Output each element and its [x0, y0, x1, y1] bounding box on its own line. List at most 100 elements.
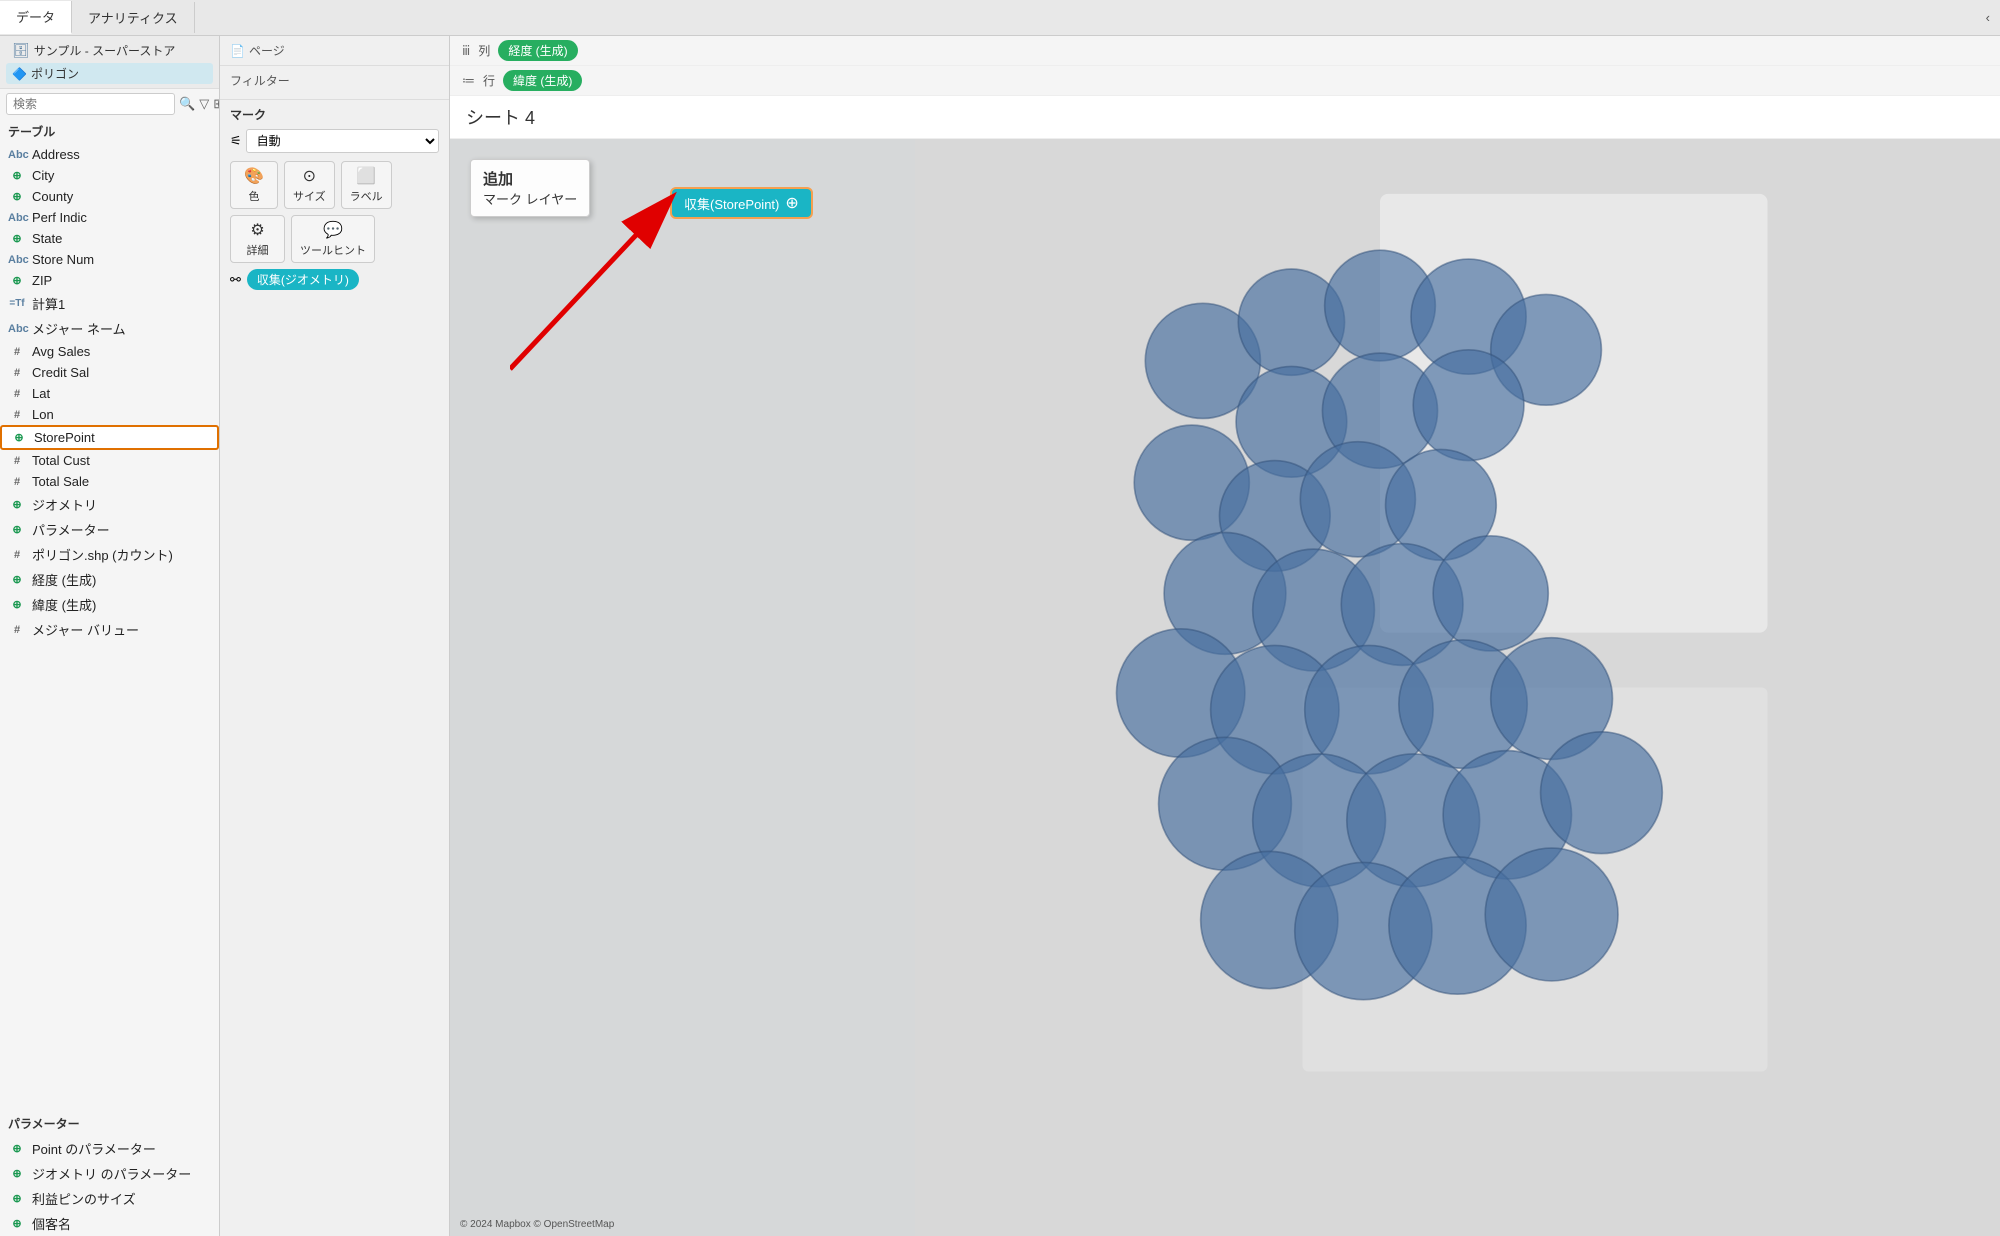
add-mark-layer-tooltip: 追加 マーク レイヤー — [470, 159, 590, 217]
field-item-メジャーバリュー[interactable]: #メジャー バリュー — [0, 617, 219, 642]
map-attribution: © 2024 Mapbox © OpenStreetMap — [460, 1219, 614, 1230]
field-type-icon: ⊕ — [8, 498, 26, 511]
field-type-icon: ⊕ — [8, 573, 26, 586]
table-section-title: テーブル — [0, 119, 219, 144]
field-type-icon: Abc — [8, 149, 26, 161]
marks-dropdown-icon: ⚟ — [230, 133, 242, 149]
label-icon: ⬜ — [356, 166, 376, 186]
param-type-icon: ⊕ — [8, 1142, 26, 1155]
marks-geometry-row: ⚯ 収集(ジオメトリ) — [230, 269, 439, 290]
marks-color-button[interactable]: 🎨 色 — [230, 161, 278, 209]
field-item-creditsal[interactable]: #Credit Sal — [0, 362, 219, 383]
row-shelf-pill[interactable]: 緯度 (生成) — [503, 70, 582, 91]
tab-analytics[interactable]: アナリティクス — [72, 2, 195, 33]
field-item-address[interactable]: AbcAddress — [0, 144, 219, 165]
search-icon[interactable]: 🔍 — [179, 96, 195, 112]
field-item-storepoint[interactable]: ⊕StorePoint — [0, 425, 219, 450]
add-layer-title: 追加 — [483, 168, 577, 189]
left-panel: 🗄 サンプル - スーパーストア 🔷 ポリゴン 🔍 ▽ ⊞ テーブル AbcAd… — [0, 36, 220, 1236]
marks-detail-row: ⚙ 詳細 💬 ツールヒント — [230, 215, 439, 263]
param-item-pointのパラメーター[interactable]: ⊕Point のパラメーター — [0, 1136, 219, 1161]
marks-label: マーク — [230, 106, 439, 123]
move-icon: ⊕ — [785, 193, 798, 213]
field-item-totalsale[interactable]: #Total Sale — [0, 471, 219, 492]
marks-tooltip-button[interactable]: 💬 ツールヒント — [291, 215, 375, 263]
color-icon: 🎨 — [244, 166, 264, 186]
param-type-icon: ⊕ — [8, 1192, 26, 1205]
field-type-icon: # — [8, 476, 26, 488]
col-shelf-icon: ⅲ — [462, 43, 470, 59]
search-input[interactable] — [6, 93, 175, 115]
datasource-header: 🗄 サンプル - スーパーストア 🔷 ポリゴン — [0, 36, 219, 89]
pages-shelf: 📄 ページ — [220, 36, 449, 66]
param-section-title: パラメーター — [0, 1111, 219, 1136]
field-item-city[interactable]: ⊕City — [0, 165, 219, 186]
field-type-icon: ⊕ — [8, 523, 26, 536]
main-layout: 🗄 サンプル - スーパーストア 🔷 ポリゴン 🔍 ▽ ⊞ テーブル AbcAd… — [0, 36, 2000, 1236]
marks-size-button[interactable]: ⊙ サイズ — [284, 161, 335, 209]
field-item-lat[interactable]: #Lat — [0, 383, 219, 404]
collapse-panel-button[interactable]: ‹ — [1976, 4, 2000, 31]
datasource-superstore[interactable]: 🗄 サンプル - スーパーストア — [6, 40, 213, 61]
param-type-icon: ⊕ — [8, 1167, 26, 1180]
marks-detail-button[interactable]: ⚙ 詳細 — [230, 215, 285, 263]
field-item-緯度(生成)[interactable]: ⊕緯度 (生成) — [0, 592, 219, 617]
col-shelf: ⅲ 列 経度 (生成) — [450, 36, 2000, 66]
tab-data[interactable]: データ — [0, 1, 72, 34]
field-type-icon: # — [8, 388, 26, 400]
marks-field-icon: ⚯ — [230, 272, 241, 288]
field-item-ポリゴン.shp(カウント)[interactable]: #ポリゴン.shp (カウント) — [0, 542, 219, 567]
filter-icon[interactable]: ▽ — [199, 96, 209, 112]
field-item-zip[interactable]: ⊕ZIP — [0, 270, 219, 291]
col-shelf-pill[interactable]: 経度 (生成) — [498, 40, 577, 61]
add-layer-subtitle: マーク レイヤー — [483, 189, 577, 208]
top-tabs: データ アナリティクス ‹ — [0, 0, 2000, 36]
field-type-icon: ⊕ — [8, 274, 26, 287]
field-type-icon: # — [8, 549, 26, 561]
param-item-ジオメトリのパラメーター[interactable]: ⊕ジオメトリ のパラメーター — [0, 1161, 219, 1186]
storepoint-pill[interactable]: 収集(StorePoint) ⊕ — [670, 187, 813, 219]
datasource-polygon[interactable]: 🔷 ポリゴン — [6, 63, 213, 84]
middle-panel: 📄 ページ フィルター マーク ⚟ 自動 棒 線 エリア 円 テキスト — [220, 36, 450, 1236]
field-item-totalcust[interactable]: #Total Cust — [0, 450, 219, 471]
marks-geometry-pill[interactable]: 収集(ジオメトリ) — [247, 269, 359, 290]
field-item-計算1[interactable]: =Tf計算1 — [0, 291, 219, 316]
row-shelf-label: 行 — [483, 72, 495, 89]
field-type-icon: ⊕ — [10, 431, 28, 444]
field-item-メジャーネーム[interactable]: Abcメジャー ネーム — [0, 316, 219, 341]
row-shelf-icon: ≔ — [462, 73, 475, 89]
marks-buttons-row: 🎨 色 ⊙ サイズ ⬜ ラベル — [230, 161, 439, 209]
size-icon: ⊙ — [303, 166, 316, 186]
marks-type-select[interactable]: 自動 棒 線 エリア 円 テキスト — [246, 129, 439, 153]
field-item-ジオメトリ[interactable]: ⊕ジオメトリ — [0, 492, 219, 517]
view-toggle-icon[interactable]: ⊞ — [213, 96, 220, 112]
field-item-avgsales[interactable]: #Avg Sales — [0, 341, 219, 362]
search-bar: 🔍 ▽ ⊞ — [0, 89, 219, 119]
param-item-利益ピンのサイズ[interactable]: ⊕利益ピンのサイズ — [0, 1186, 219, 1211]
pages-label: ページ — [249, 42, 285, 59]
field-item-経度(生成)[interactable]: ⊕経度 (生成) — [0, 567, 219, 592]
field-list: AbcAddress⊕City⊕CountyAbcPerf Indic⊕Stat… — [0, 144, 219, 1107]
detail-icon: ⚙ — [250, 220, 264, 240]
polygon-icon: 🔷 — [12, 67, 27, 81]
tooltip-icon: 💬 — [323, 220, 343, 240]
field-type-icon: ⊕ — [8, 598, 26, 611]
param-item-個客名[interactable]: ⊕個客名 — [0, 1211, 219, 1236]
marks-label-button[interactable]: ⬜ ラベル — [341, 161, 392, 209]
field-item-state[interactable]: ⊕State — [0, 228, 219, 249]
storepoint-label: 収集(StorePoint) — [684, 194, 779, 213]
sheet-title: シート 4 — [450, 96, 2000, 139]
field-type-icon: Abc — [8, 212, 26, 224]
field-item-lon[interactable]: #Lon — [0, 404, 219, 425]
right-panel: ⅲ 列 経度 (生成) ≔ 行 緯度 (生成) シート 4 — [450, 36, 2000, 1236]
field-item-storenum[interactable]: AbcStore Num — [0, 249, 219, 270]
marks-type-dropdown[interactable]: ⚟ 自動 棒 線 エリア 円 テキスト — [230, 129, 439, 153]
field-item-perfindic[interactable]: AbcPerf Indic — [0, 207, 219, 228]
marks-card: マーク ⚟ 自動 棒 線 エリア 円 テキスト 🎨 色 ⊙ — [220, 100, 449, 1236]
field-type-icon: Abc — [8, 254, 26, 266]
field-item-county[interactable]: ⊕County — [0, 186, 219, 207]
field-item-パラメーター[interactable]: ⊕パラメーター — [0, 517, 219, 542]
field-type-icon: =Tf — [8, 298, 26, 309]
field-type-icon: ⊕ — [8, 169, 26, 182]
circles-visualization — [450, 139, 2000, 1236]
